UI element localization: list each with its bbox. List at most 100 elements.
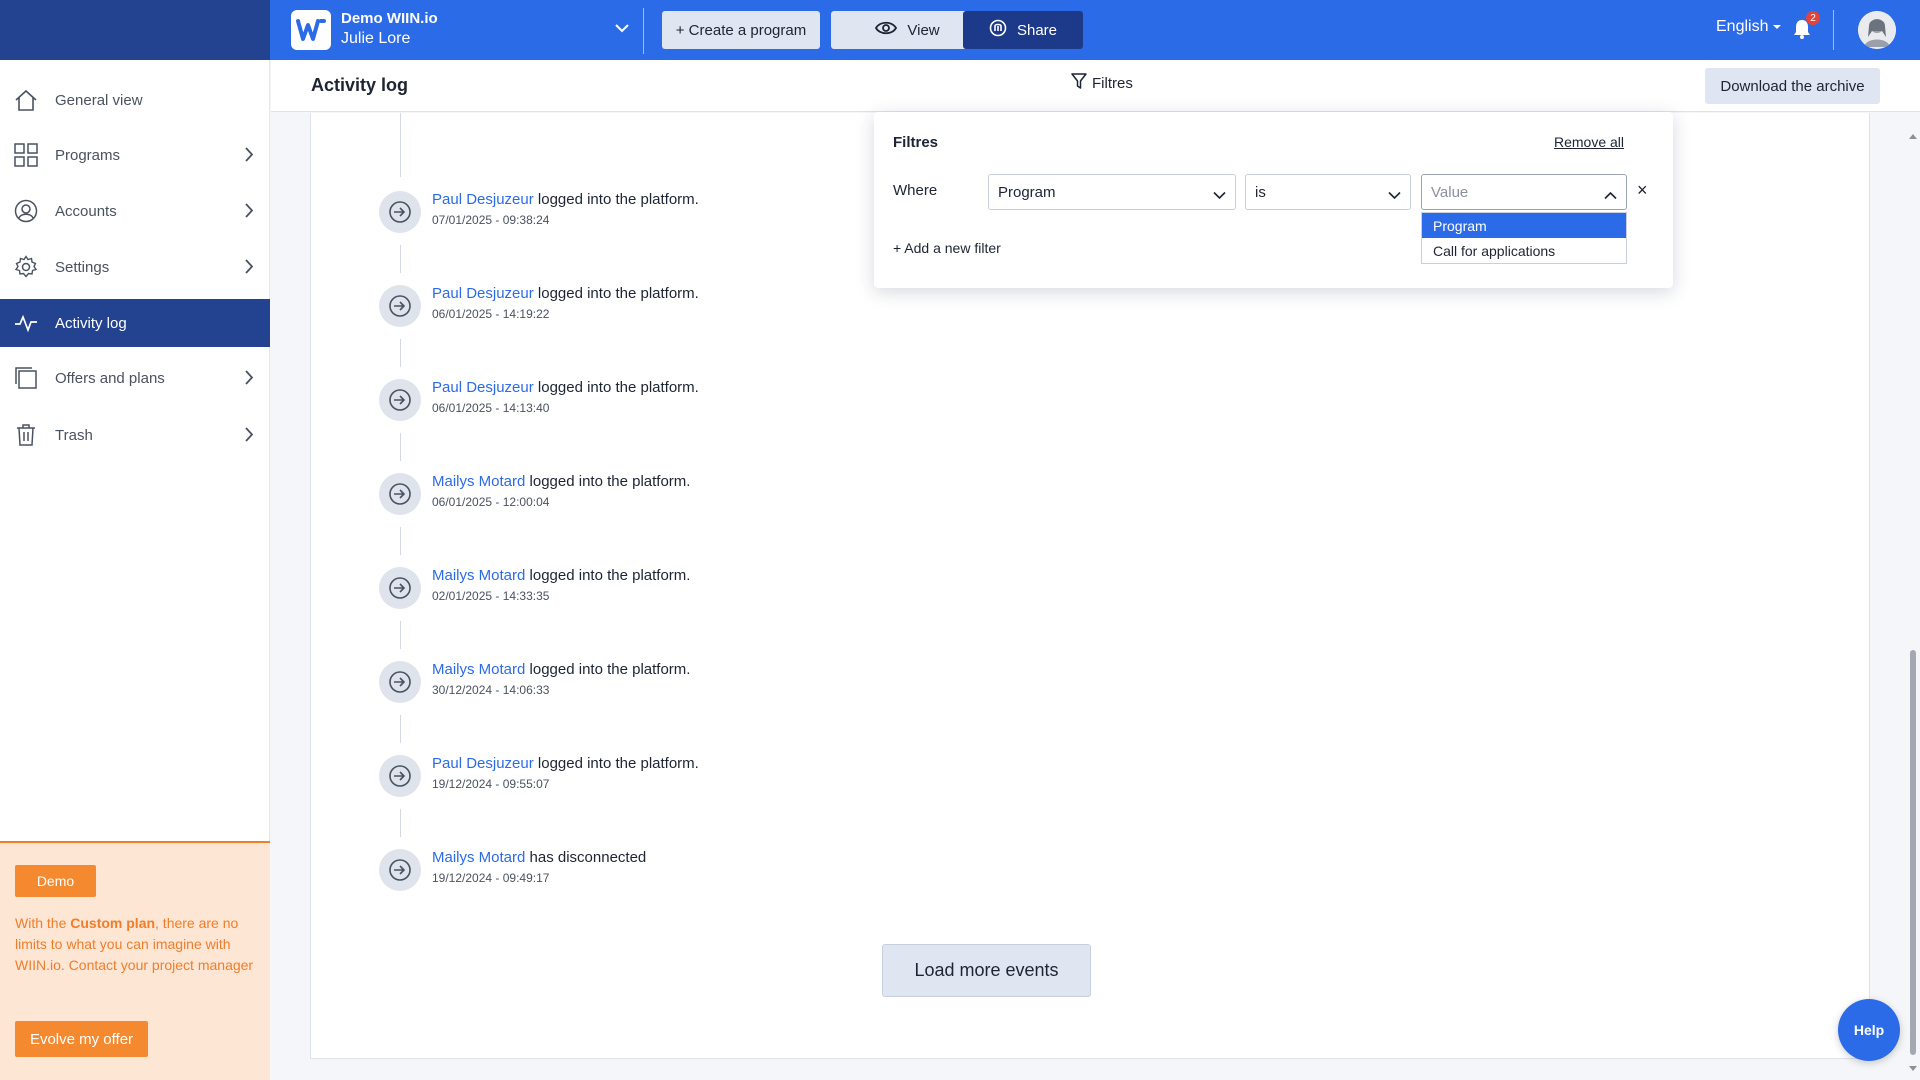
filter-icon xyxy=(1071,73,1087,94)
sidebar-item-general-view[interactable]: General view xyxy=(0,76,270,124)
help-button[interactable]: Help xyxy=(1838,999,1900,1061)
sidebar-item-activity-log[interactable]: Activity log xyxy=(0,299,270,347)
dropdown-option-program[interactable]: Program xyxy=(1422,213,1626,238)
close-icon[interactable]: × xyxy=(1637,180,1648,201)
avatar[interactable] xyxy=(1858,11,1896,49)
copy-icon xyxy=(13,365,39,391)
sidebar-header xyxy=(0,0,270,60)
event-action: logged into the platform. xyxy=(537,285,699,302)
chevron-down-icon xyxy=(615,20,629,38)
add-filter-link[interactable]: + Add a new filter xyxy=(893,240,1001,256)
filter-panel: Filtres Remove all Where Program is Valu… xyxy=(874,112,1673,288)
grid-icon xyxy=(13,142,39,168)
demo-badge: Demo xyxy=(15,865,96,897)
view-button[interactable]: View xyxy=(831,11,984,49)
chevron-up-icon xyxy=(1604,187,1617,204)
sidebar-item-offers-and-plans[interactable]: Offers and plans xyxy=(0,354,270,402)
timeline-connector xyxy=(400,339,401,367)
scrollbar-thumb[interactable] xyxy=(1910,650,1916,1055)
timeline-connector xyxy=(400,621,401,649)
organization-switcher[interactable]: Demo WIIN.io Julie Lore xyxy=(270,0,643,60)
filter-field-value: Program xyxy=(998,183,1056,201)
filter-field-select[interactable]: Program xyxy=(988,174,1236,210)
event-action: logged into the platform. xyxy=(537,379,699,396)
divider xyxy=(643,8,644,54)
event-user-link[interactable]: Mailys Motard xyxy=(432,567,525,584)
user-name: Julie Lore xyxy=(341,30,411,47)
event-timestamp: 06/01/2025 - 14:13:40 xyxy=(432,401,550,415)
notification-badge: 2 xyxy=(1806,11,1820,25)
language-selector[interactable]: English xyxy=(1716,18,1782,36)
share-icon xyxy=(989,19,1007,41)
scroll-up-icon[interactable] xyxy=(1909,134,1917,139)
login-icon xyxy=(379,379,421,421)
download-archive-button[interactable]: Download the archive xyxy=(1705,68,1880,104)
event-user-link[interactable]: Paul Desjuzeur xyxy=(432,379,534,396)
event-user-link[interactable]: Paul Desjuzeur xyxy=(432,755,534,772)
event-user-link[interactable]: Paul Desjuzeur xyxy=(432,285,534,302)
filter-operator-select[interactable]: is xyxy=(1245,174,1411,210)
timeline-connector xyxy=(400,527,401,555)
login-icon xyxy=(379,285,421,327)
sidebar-item-label: General view xyxy=(55,91,143,109)
page-header: Activity log Filtres Download the archiv… xyxy=(271,60,1920,112)
chevron-right-icon xyxy=(245,427,254,446)
timeline-connector xyxy=(400,433,401,461)
page-title: Activity log xyxy=(311,75,409,95)
login-icon xyxy=(379,661,421,703)
sidebar-item-accounts[interactable]: Accounts xyxy=(0,187,270,235)
create-program-label: + Create a program xyxy=(675,21,807,39)
upgrade-promo: Demo With the Custom plan, there are no … xyxy=(0,841,270,1080)
evolve-offer-button[interactable]: Evolve my offer xyxy=(15,1021,148,1057)
event-action: has disconnected xyxy=(529,849,647,866)
filter-panel-title: Filtres xyxy=(893,134,939,151)
sidebar-item-label: Accounts xyxy=(55,202,117,220)
event-timestamp: 19/12/2024 - 09:55:07 xyxy=(432,777,550,791)
event-user-link[interactable]: Mailys Motard xyxy=(432,661,525,678)
event-timestamp: 30/12/2024 - 14:06:33 xyxy=(432,683,550,697)
chevron-right-icon xyxy=(245,203,254,222)
event-action: logged into the platform. xyxy=(529,567,691,584)
remove-all-filters-link[interactable]: Remove all xyxy=(1554,134,1624,150)
divider xyxy=(1833,10,1834,50)
login-icon xyxy=(379,755,421,797)
event-action: logged into the platform. xyxy=(537,755,699,772)
load-more-button[interactable]: Load more events xyxy=(882,944,1091,997)
filter-value-select[interactable]: Value xyxy=(1421,174,1627,210)
filter-value-placeholder: Value xyxy=(1431,183,1469,201)
timeline-connector xyxy=(400,809,401,837)
language-label: English xyxy=(1716,18,1769,35)
sidebar-item-label: Settings xyxy=(55,258,110,276)
sidebar-item-settings[interactable]: Settings xyxy=(0,243,270,291)
activity-icon xyxy=(13,310,39,336)
event-user-link[interactable]: Mailys Motard xyxy=(432,473,525,490)
sidebar-item-label: Offers and plans xyxy=(55,369,165,387)
view-label: View xyxy=(907,21,940,39)
dropdown-option-call-for-applications[interactable]: Call for applications xyxy=(1422,238,1626,263)
eye-icon xyxy=(875,21,898,39)
organization-name: Demo WIIN.io xyxy=(341,10,438,27)
event-user-link[interactable]: Paul Desjuzeur xyxy=(432,191,534,208)
list-item: Mailys Motard logged into the platform. … xyxy=(379,661,979,705)
event-timestamp: 06/01/2025 - 12:00:04 xyxy=(432,495,550,509)
share-button[interactable]: Share xyxy=(963,11,1083,49)
event-timestamp: 02/01/2025 - 14:33:35 xyxy=(432,589,550,603)
list-item: Paul Desjuzeur logged into the platform.… xyxy=(379,285,979,329)
sidebar-item-programs[interactable]: Programs xyxy=(0,131,270,179)
gear-icon xyxy=(13,254,39,280)
where-label: Where xyxy=(893,182,938,199)
sidebar-item-label: Activity log xyxy=(55,314,127,332)
user-circle-icon xyxy=(13,198,39,224)
login-icon xyxy=(379,849,421,891)
event-user-link[interactable]: Mailys Motard xyxy=(432,849,525,866)
scroll-down-icon[interactable] xyxy=(1909,1066,1917,1071)
filter-value-dropdown: Program Call for applications xyxy=(1421,212,1627,264)
event-action: logged into the platform. xyxy=(537,191,699,208)
home-icon xyxy=(13,87,39,113)
login-icon xyxy=(379,567,421,609)
timeline-connector xyxy=(400,715,401,743)
create-program-button[interactable]: + Create a program xyxy=(662,11,820,49)
sidebar-item-trash[interactable]: Trash xyxy=(0,411,270,459)
filters-label: Filtres xyxy=(1092,75,1133,92)
filters-toggle[interactable]: Filtres xyxy=(1071,73,1133,94)
